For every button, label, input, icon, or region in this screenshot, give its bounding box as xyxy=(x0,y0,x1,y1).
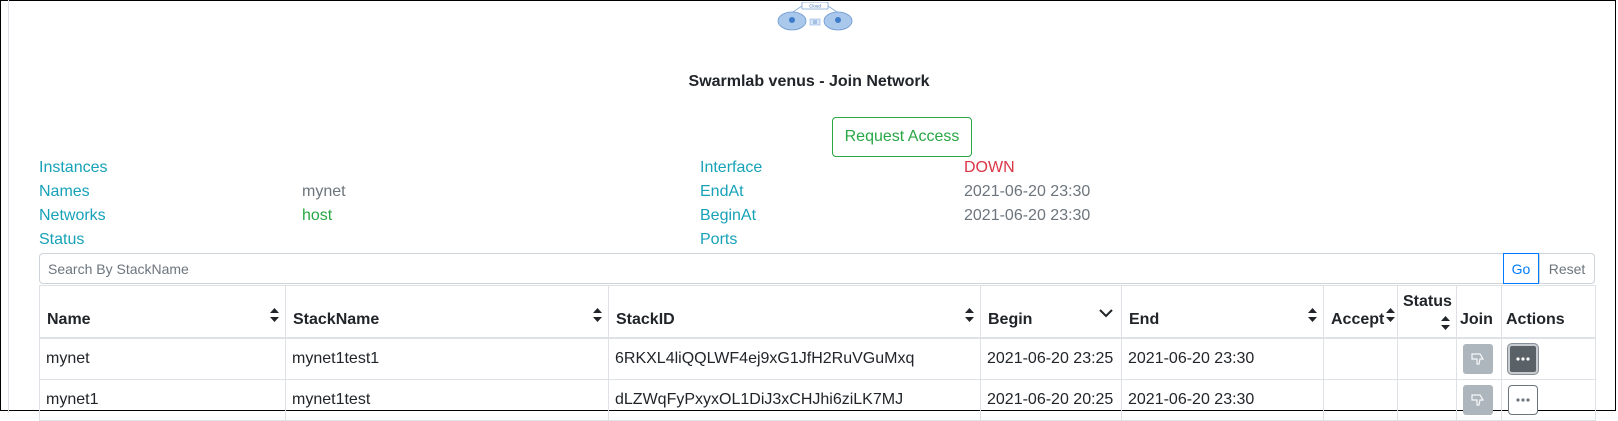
info-label-interface: Interface xyxy=(700,159,763,176)
column-header-end[interactable]: End xyxy=(1121,285,1324,339)
thumbs-down-icon xyxy=(1471,394,1485,406)
actions-button[interactable] xyxy=(1508,344,1538,374)
join-button[interactable] xyxy=(1463,344,1493,374)
column-header-actions: Actions xyxy=(1501,285,1596,339)
column-label: Accept xyxy=(1331,311,1385,328)
search-bar: Go Reset xyxy=(39,253,1595,284)
ellipsis-icon xyxy=(1516,398,1530,402)
stacks-table: Name StackName StackID Begin End Accept … xyxy=(39,285,1596,421)
info-value-endat: 2021-06-20 23:30 xyxy=(964,183,1091,200)
column-header-status[interactable]: Status xyxy=(1397,285,1457,339)
page-title: Swarmlab venus - Join Network xyxy=(688,73,930,90)
sort-icon[interactable] xyxy=(1386,308,1395,322)
info-label-instances: Instances xyxy=(39,159,108,176)
cell-begin: 2021-06-20 20:25 xyxy=(980,379,1122,421)
logo-label: Cloud xyxy=(809,4,821,9)
sort-icon[interactable] xyxy=(1308,308,1317,322)
table-row: mynet1 mynet1test dLZWqFyPxyxOL1DiJ3xCHJ… xyxy=(39,379,1596,421)
column-label: Status xyxy=(1403,293,1452,310)
sort-icon[interactable] xyxy=(1441,316,1450,330)
cell-actions xyxy=(1501,337,1596,380)
column-header-stackname[interactable]: StackName xyxy=(285,285,609,339)
cell-end: 2021-06-20 23:30 xyxy=(1121,379,1324,421)
go-button[interactable]: Go xyxy=(1503,253,1539,284)
column-label: Name xyxy=(47,311,91,328)
cell-join xyxy=(1456,337,1502,380)
column-label: End xyxy=(1129,311,1160,328)
sort-icon[interactable] xyxy=(593,308,602,322)
table-row: mynet mynet1test1 6RKXL4liQQLWF4ej9xG1Jf… xyxy=(39,337,1596,380)
column-header-join: Join xyxy=(1456,285,1502,339)
info-value-networks: host xyxy=(302,207,333,224)
cell-name: mynet1 xyxy=(39,379,286,421)
info-value-beginat: 2021-06-20 23:30 xyxy=(964,207,1091,224)
info-label-endat: EndAt xyxy=(700,183,744,200)
info-label-names: Names xyxy=(39,183,90,200)
cloud-network-logo: Cloud xyxy=(777,2,853,31)
column-header-name[interactable]: Name xyxy=(39,285,286,339)
info-label-ports: Ports xyxy=(700,231,738,248)
chevron-down-icon[interactable] xyxy=(1099,308,1113,322)
info-value-interface: DOWN xyxy=(964,159,1015,176)
info-value-names: mynet xyxy=(302,183,346,200)
thumbs-down-icon xyxy=(1471,353,1485,365)
table-header-row: Name StackName StackID Begin End Accept … xyxy=(39,285,1596,339)
left-divider xyxy=(8,0,9,413)
ellipsis-icon xyxy=(1516,357,1530,361)
cell-actions xyxy=(1501,379,1596,421)
info-label-networks: Networks xyxy=(39,207,106,224)
actions-button[interactable] xyxy=(1508,385,1538,415)
cell-stackname: mynet1test xyxy=(285,379,609,421)
info-label-beginat: BeginAt xyxy=(700,207,757,224)
column-header-begin[interactable]: Begin xyxy=(980,285,1122,339)
cell-accept xyxy=(1323,379,1398,421)
column-label: StackID xyxy=(616,311,675,328)
join-button[interactable] xyxy=(1463,385,1493,415)
cell-status xyxy=(1397,337,1457,380)
column-header-stackid[interactable]: StackID xyxy=(608,285,981,339)
info-label-status: Status xyxy=(39,231,85,248)
cell-stackid: 6RKXL4liQQLWF4ej9xG1JfH2RuVGuMxq xyxy=(608,337,981,380)
reset-button[interactable]: Reset xyxy=(1539,253,1595,284)
sort-icon[interactable] xyxy=(965,308,974,322)
column-label: Actions xyxy=(1506,311,1565,328)
search-input[interactable] xyxy=(40,254,1520,283)
cell-name: mynet xyxy=(39,337,286,380)
cell-end: 2021-06-20 23:30 xyxy=(1121,337,1324,380)
request-access-button[interactable]: Request Access xyxy=(832,117,972,157)
cell-stackid: dLZWqFyPxyxOL1DiJ3xCHJhi6ziLK7MJ xyxy=(608,379,981,421)
cell-stackname: mynet1test1 xyxy=(285,337,609,380)
column-label: Join xyxy=(1460,311,1493,328)
column-label: Begin xyxy=(988,311,1033,328)
column-label: StackName xyxy=(293,311,380,328)
cell-join xyxy=(1456,379,1502,421)
cell-accept xyxy=(1323,337,1398,380)
cell-begin: 2021-06-20 23:25 xyxy=(980,337,1122,380)
cell-status xyxy=(1397,379,1457,421)
column-header-accept[interactable]: Accept xyxy=(1323,285,1398,339)
sort-icon[interactable] xyxy=(270,308,279,322)
